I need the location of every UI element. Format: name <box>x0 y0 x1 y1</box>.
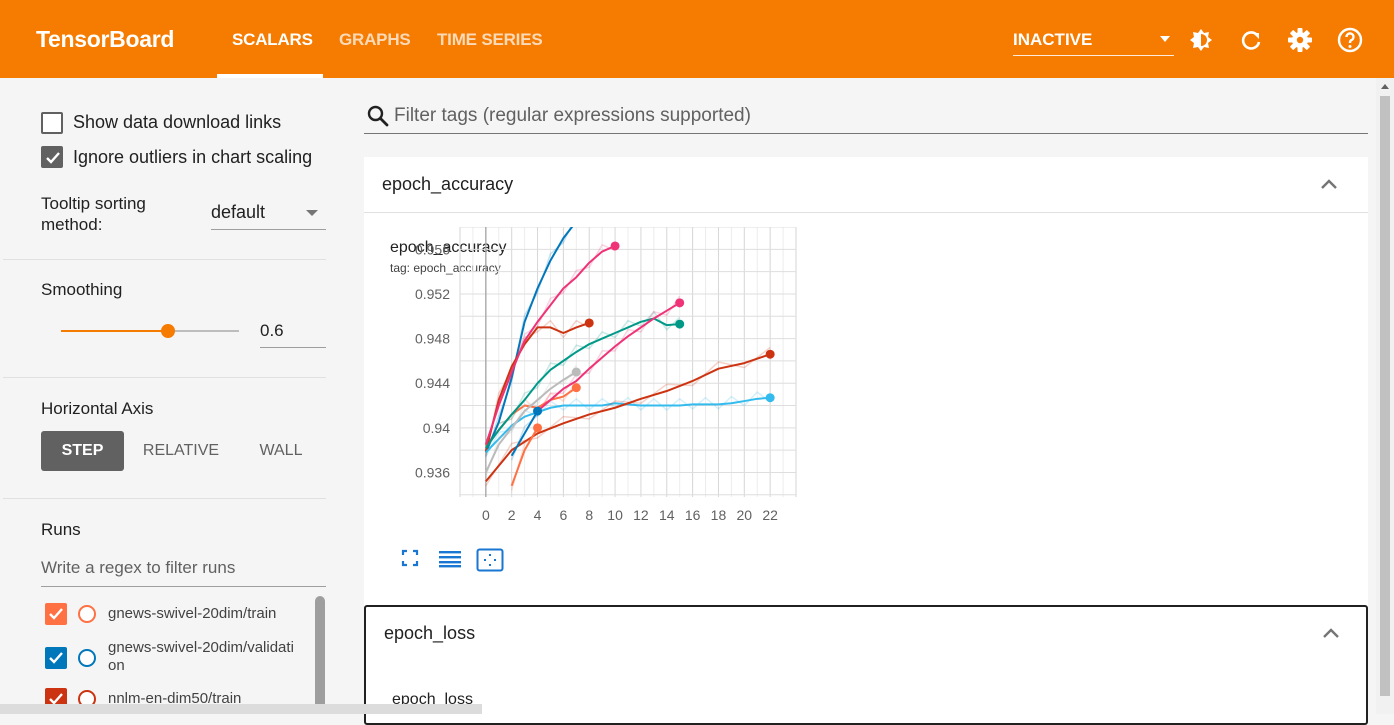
fullscreen-icon[interactable] <box>400 548 420 573</box>
tooltip-sorting-label: Tooltip sorting <box>41 194 146 213</box>
help-icon[interactable] <box>1336 26 1364 54</box>
divider <box>3 498 326 499</box>
run-checkbox[interactable] <box>45 603 67 625</box>
page-scrollbar[interactable] <box>1376 78 1394 714</box>
series-end-point[interactable] <box>765 393 775 403</box>
chevron-down-icon <box>306 210 318 216</box>
tooltip-sorting-select[interactable]: default <box>211 200 326 230</box>
chevron-down-icon <box>1160 36 1170 42</box>
y-tick-label: 0.944 <box>415 375 450 391</box>
settings-icon[interactable] <box>1286 26 1314 54</box>
series-line[interactable] <box>484 227 576 453</box>
smoothing-slider-fill <box>61 330 168 332</box>
series-end-point[interactable] <box>610 241 620 251</box>
x-tick-label: 4 <box>534 507 542 523</box>
x-tick-label: 14 <box>659 507 675 523</box>
smoothing-label: Smoothing <box>41 280 123 299</box>
x-tick-label: 6 <box>559 507 567 523</box>
series-end-point[interactable] <box>533 423 543 433</box>
show-download-links-label: Show data download links <box>73 112 282 132</box>
run-name-line: gnews-swivel-20dim/validati <box>108 639 294 656</box>
category-header[interactable]: epoch_loss <box>366 607 1370 661</box>
horizontal-scrollbar[interactable] <box>0 704 482 714</box>
scroll-up-icon[interactable] <box>1381 84 1389 89</box>
y-tick-label: 0.956 <box>415 241 450 257</box>
ignore-outliers-checkbox[interactable] <box>41 146 63 168</box>
runs-filter-input[interactable]: Write a regex to filter runs <box>41 558 326 587</box>
divider <box>3 259 326 260</box>
run-color-swatch[interactable] <box>78 605 96 623</box>
x-tick-label: 22 <box>762 507 778 523</box>
divider <box>3 377 326 378</box>
tab-scalars[interactable]: SCALARS <box>232 30 313 50</box>
tag-filter-input[interactable]: Filter tags (regular expressions support… <box>364 100 1368 134</box>
show-download-links-checkbox[interactable] <box>41 112 63 134</box>
x-tick-label: 2 <box>508 507 516 523</box>
y-tick-label: 0.952 <box>415 286 450 302</box>
x-tick-label: 16 <box>685 507 701 523</box>
chevron-up-icon[interactable] <box>1322 626 1340 645</box>
x-tick-label: 12 <box>633 507 649 523</box>
axis-step-button[interactable]: STEP <box>41 431 124 471</box>
series-end-point[interactable] <box>675 298 685 308</box>
brightness-icon[interactable] <box>1187 26 1215 54</box>
x-tick-label: 0 <box>482 507 490 523</box>
active-tab-indicator <box>217 74 323 78</box>
series-end-point[interactable] <box>584 318 594 328</box>
run-status-value: INACTIVE <box>1013 30 1093 49</box>
tab-time-series[interactable]: TIME SERIES <box>437 30 543 50</box>
run-name: gnews-swivel-20dim/validati on <box>108 639 318 675</box>
data-list-icon[interactable] <box>438 548 462 573</box>
category-title: epoch_loss <box>384 623 476 643</box>
run-color-swatch[interactable] <box>78 649 96 667</box>
runs-scrollbar[interactable] <box>315 596 325 714</box>
series-end-point[interactable] <box>533 406 543 416</box>
series-end-point[interactable] <box>571 383 581 393</box>
refresh-icon[interactable] <box>1237 26 1265 54</box>
horizontal-axis-label: Horizontal Axis <box>41 399 154 418</box>
run-name: gnews-swivel-20dim/train <box>108 605 277 622</box>
sidebar: Show data download links Ignore outliers… <box>3 86 343 714</box>
page-scrollbar-thumb[interactable] <box>1380 96 1390 696</box>
x-tick-label: 8 <box>585 507 593 523</box>
run-status-select[interactable]: INACTIVE <box>1013 30 1174 56</box>
y-tick-label: 0.948 <box>415 331 450 347</box>
tab-graphs[interactable]: GRAPHS <box>339 30 411 50</box>
series-raw-line <box>485 310 681 453</box>
series-end-point[interactable] <box>571 367 581 377</box>
run-checkbox[interactable] <box>45 647 67 669</box>
x-tick-label: 10 <box>607 507 623 523</box>
smoothing-input[interactable]: 0.6 <box>260 318 326 348</box>
category-header[interactable]: epoch_accuracy <box>364 157 1368 213</box>
series-end-point[interactable] <box>765 349 775 359</box>
ignore-outliers-label: Ignore outliers in chart scaling <box>73 147 313 167</box>
tooltip-sorting-value: default <box>211 202 266 222</box>
axis-relative-button[interactable]: RELATIVE <box>135 431 227 471</box>
tag-filter-placeholder: Filter tags (regular expressions support… <box>394 105 751 126</box>
category-title: epoch_accuracy <box>382 174 514 194</box>
chevron-up-icon[interactable] <box>1320 177 1338 196</box>
category-card-epoch-loss: epoch_loss epoch_loss <box>364 605 1368 725</box>
smoothing-slider-thumb[interactable] <box>160 324 175 338</box>
top-app-bar: TensorBoard SCALARS GRAPHS TIME SERIES I… <box>0 0 1394 78</box>
fit-domain-icon[interactable] <box>476 548 504 577</box>
y-tick-label: 0.94 <box>423 420 450 436</box>
tooltip-sorting-label-line2: method: <box>41 215 103 234</box>
x-tick-label: 18 <box>711 507 727 523</box>
search-icon <box>366 104 390 133</box>
accuracy-chart[interactable]: 0.936 0.94 0.944 0.948 0.952 0.956 0 2 4 6 8 10 12 14… <box>386 227 816 547</box>
y-tick-label: 0.936 <box>415 464 450 480</box>
run-name-line: on <box>108 657 125 674</box>
axis-wall-button[interactable]: WALL <box>246 431 316 471</box>
series-end-point[interactable] <box>675 319 685 329</box>
category-card-epoch-accuracy: epoch_accuracy epoch_accuracy tag: epoch… <box>364 157 1368 607</box>
app-brand: TensorBoard <box>36 26 175 52</box>
runs-label: Runs <box>41 520 81 539</box>
x-tick-label: 20 <box>737 507 753 523</box>
